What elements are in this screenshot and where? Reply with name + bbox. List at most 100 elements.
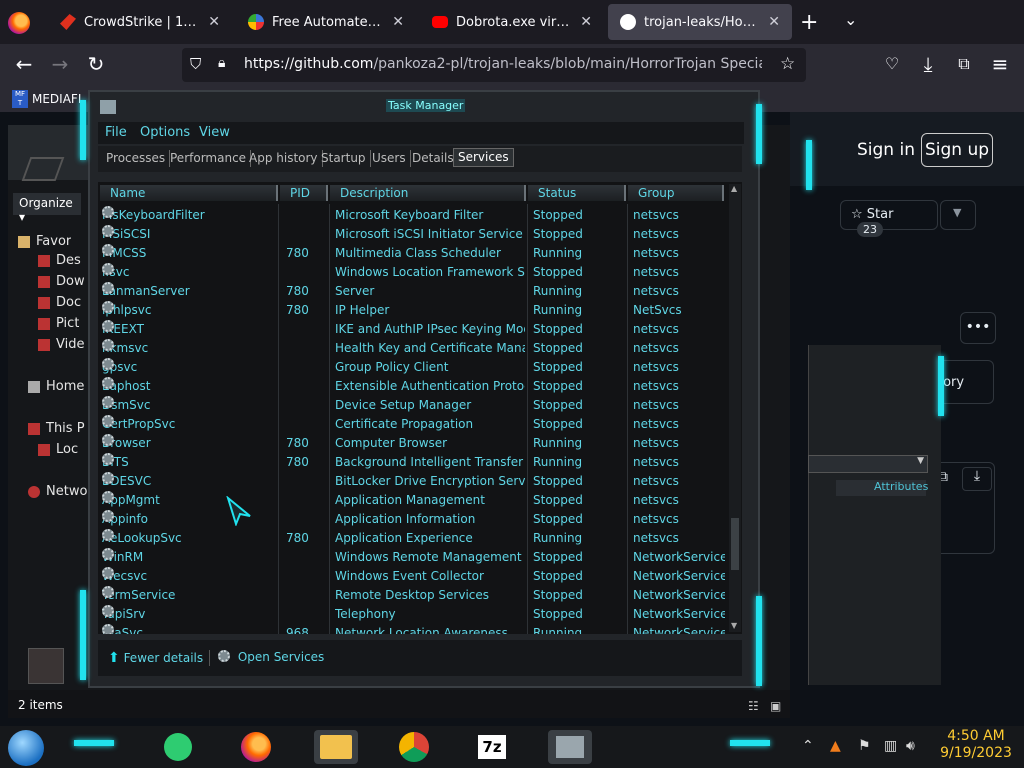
bookmark-star-icon[interactable]: ☆ bbox=[780, 54, 795, 74]
table-row[interactable]: BDESVC BitLocker Drive Encryption Service… bbox=[98, 472, 726, 491]
app-menu-icon[interactable]: ≡ bbox=[986, 51, 1014, 77]
column-header-description[interactable]: Description bbox=[330, 185, 526, 201]
network-tray-icon[interactable]: ▥ bbox=[884, 738, 897, 754]
sign-in-link[interactable]: Sign in bbox=[857, 140, 915, 160]
bookmark-mediafire[interactable]: MEDIAFI bbox=[32, 92, 81, 106]
url-text[interactable]: https://github.com/pankoza2-pl/trojan-le… bbox=[244, 56, 762, 72]
tree-item-pictures[interactable]: Pict bbox=[38, 316, 79, 331]
table-row[interactable]: AeLookupSvc 780 Application Experience Runn… bbox=[98, 529, 726, 548]
selected-file-thumbnail[interactable] bbox=[28, 648, 64, 684]
table-row[interactable]: MSiSCSI Microsoft iSCSI Initiator Service… bbox=[98, 225, 726, 244]
tree-item-favorites[interactable]: Favor bbox=[18, 234, 71, 249]
table-row[interactable]: TapiSrv Telephony Stopped NetworkService bbox=[98, 605, 726, 624]
start-button[interactable] bbox=[8, 730, 44, 766]
table-row[interactable]: gpsvc Group Policy Client Stopped netsvcs bbox=[98, 358, 726, 377]
attributes-column-header[interactable]: Attributes bbox=[836, 480, 928, 496]
tree-item-local-disk[interactable]: Loc bbox=[38, 442, 78, 457]
close-tab-icon[interactable]: ✕ bbox=[392, 14, 404, 30]
downloads-icon[interactable]: ⤓ bbox=[914, 51, 942, 77]
tray-app-icon[interactable]: ▲ bbox=[830, 738, 841, 754]
taskbar-notes-app[interactable] bbox=[156, 730, 200, 764]
show-hidden-icons-icon[interactable]: ⌃ bbox=[802, 738, 814, 754]
tab-processes[interactable]: Processes bbox=[102, 150, 171, 167]
taskbar-firefox[interactable] bbox=[234, 730, 278, 764]
star-dropdown-button[interactable]: ▼ bbox=[940, 200, 976, 230]
close-tab-icon[interactable]: ✕ bbox=[208, 14, 220, 30]
table-row[interactable]: DsmSvc Device Setup Manager Stopped netsvcs bbox=[98, 396, 726, 415]
table-row[interactable]: Wecsvc Windows Event Collector Stopped Netw… bbox=[98, 567, 726, 586]
column-header-pid[interactable]: PID bbox=[280, 185, 328, 201]
back-icon[interactable]: ← bbox=[10, 51, 38, 77]
lock-icon[interactable]: 🔒︎ bbox=[218, 55, 225, 71]
firefox-menu-icon[interactable] bbox=[8, 12, 30, 34]
tab-services[interactable]: Services bbox=[453, 148, 514, 167]
tree-item-network[interactable]: Netwo bbox=[28, 484, 87, 499]
column-header-status[interactable]: Status bbox=[528, 185, 626, 201]
tab-startup[interactable]: Startup bbox=[317, 150, 371, 167]
tab-app-history[interactable]: App history bbox=[245, 150, 323, 167]
column-header-group[interactable]: Group bbox=[628, 185, 724, 201]
table-row[interactable]: Eaphost Extensible Authentication Protoco… bbox=[98, 377, 726, 396]
tree-item-videos[interactable]: Vide bbox=[38, 337, 84, 352]
taskbar-7zip[interactable]: 7z bbox=[470, 730, 514, 764]
volume-icon[interactable]: 🔊︎ bbox=[906, 738, 915, 754]
tab-github-trojan-leaks[interactable]: trojan-leaks/HorrorTroja ✕ bbox=[608, 4, 792, 40]
tree-item-home[interactable]: Home bbox=[28, 379, 84, 394]
more-options-button[interactable]: ••• bbox=[960, 312, 996, 344]
tracking-protection-icon[interactable]: ⛉ bbox=[190, 55, 201, 73]
taskbar-chrome[interactable] bbox=[392, 730, 436, 764]
action-center-flag-icon[interactable]: ⚑ bbox=[858, 738, 871, 754]
table-row[interactable]: iphlpsvc 780 IP Helper Running NetSvcs bbox=[98, 301, 726, 320]
close-tab-icon[interactable]: ✕ bbox=[768, 14, 780, 30]
tab-dobrota-video[interactable]: Dobrota.exe virus napo ✕ bbox=[420, 4, 604, 40]
table-row[interactable]: lfsvc Windows Location Framework Se... Sto… bbox=[98, 263, 726, 282]
dropdown-field[interactable]: ▼ bbox=[808, 455, 928, 473]
tab-performance[interactable]: Performance bbox=[166, 150, 252, 167]
table-row[interactable]: CertPropSvc Certificate Propagation Stoppe… bbox=[98, 415, 726, 434]
table-row[interactable]: BITS 780 Background Intelligent Transfer S… bbox=[98, 453, 726, 472]
table-row[interactable]: WinRM Windows Remote Management (... Stopp… bbox=[98, 548, 726, 567]
menu-options[interactable]: Options bbox=[140, 125, 190, 140]
menu-view[interactable]: View bbox=[199, 125, 230, 140]
tab-crowdstrike[interactable]: CrowdStrike | 15 Day Fre ✕ bbox=[48, 4, 232, 40]
list-all-tabs-icon[interactable]: ⌄ bbox=[844, 10, 857, 29]
tree-item-desktop[interactable]: Des bbox=[38, 253, 81, 268]
tab-users[interactable]: Users bbox=[368, 150, 411, 167]
details-view-icon[interactable]: ☷ bbox=[748, 699, 759, 713]
close-tab-icon[interactable]: ✕ bbox=[580, 14, 592, 30]
scroll-up-icon[interactable]: ▲ bbox=[731, 184, 737, 193]
tree-item-downloads[interactable]: Dow bbox=[38, 274, 85, 289]
taskbar-task-manager[interactable] bbox=[548, 730, 592, 764]
table-row[interactable]: AppMgmt Application Management Stopped nets… bbox=[98, 491, 726, 510]
reload-icon[interactable]: ↻ bbox=[82, 51, 110, 77]
table-row[interactable]: hkmsvc Health Key and Certificate Mana...… bbox=[98, 339, 726, 358]
table-row[interactable]: MMCSS 780 Multimedia Class Scheduler Runnin… bbox=[98, 244, 726, 263]
tree-item-this-pc[interactable]: This P bbox=[28, 421, 85, 436]
scrollbar-thumb[interactable] bbox=[731, 518, 739, 570]
open-services-button[interactable]: Open Services bbox=[218, 650, 324, 664]
pocket-icon[interactable]: ♡ bbox=[878, 51, 906, 77]
download-raw-icon[interactable]: ⤓ bbox=[962, 467, 992, 491]
task-manager-app-icon[interactable] bbox=[100, 100, 116, 114]
table-row[interactable]: NlaSvc 968 Network Location Awareness Runni… bbox=[98, 624, 726, 634]
organize-button[interactable]: Organize ▾ bbox=[13, 193, 81, 224]
table-row[interactable]: Appinfo Application Information Stopped net… bbox=[98, 510, 726, 529]
tab-malware-analysis[interactable]: Free Automated Malwar ✕ bbox=[236, 4, 416, 40]
history-button[interactable]: tory bbox=[938, 360, 994, 404]
taskbar-file-explorer[interactable] bbox=[314, 730, 358, 764]
forward-icon[interactable]: → bbox=[46, 51, 74, 77]
table-row[interactable]: IKEEXT IKE and AuthIP IPsec Keying Mod...… bbox=[98, 320, 726, 339]
address-bar[interactable]: ⛉ 🔒︎ https://github.com/pankoza2-pl/troj… bbox=[182, 48, 806, 82]
column-header-name[interactable]: Name bbox=[100, 185, 278, 201]
large-icons-view-icon[interactable]: ▣ bbox=[770, 699, 781, 713]
tab-details[interactable]: Details bbox=[408, 150, 459, 167]
fewer-details-button[interactable]: ⬆ Fewer details bbox=[108, 650, 203, 666]
extensions-icon[interactable]: ⧉ bbox=[950, 51, 978, 77]
sign-up-button[interactable]: Sign up bbox=[921, 133, 993, 167]
new-tab-button[interactable]: + bbox=[800, 10, 818, 35]
tree-item-documents[interactable]: Doc bbox=[38, 295, 81, 310]
table-row[interactable]: MsKeyboardFilter Microsoft Keyboard Filte… bbox=[98, 206, 726, 225]
table-row[interactable]: TermService Remote Desktop Services Stoppe… bbox=[98, 586, 726, 605]
table-row[interactable]: LanmanServer 780 Server Running netsvcs bbox=[98, 282, 726, 301]
menu-file[interactable]: File bbox=[105, 125, 127, 140]
